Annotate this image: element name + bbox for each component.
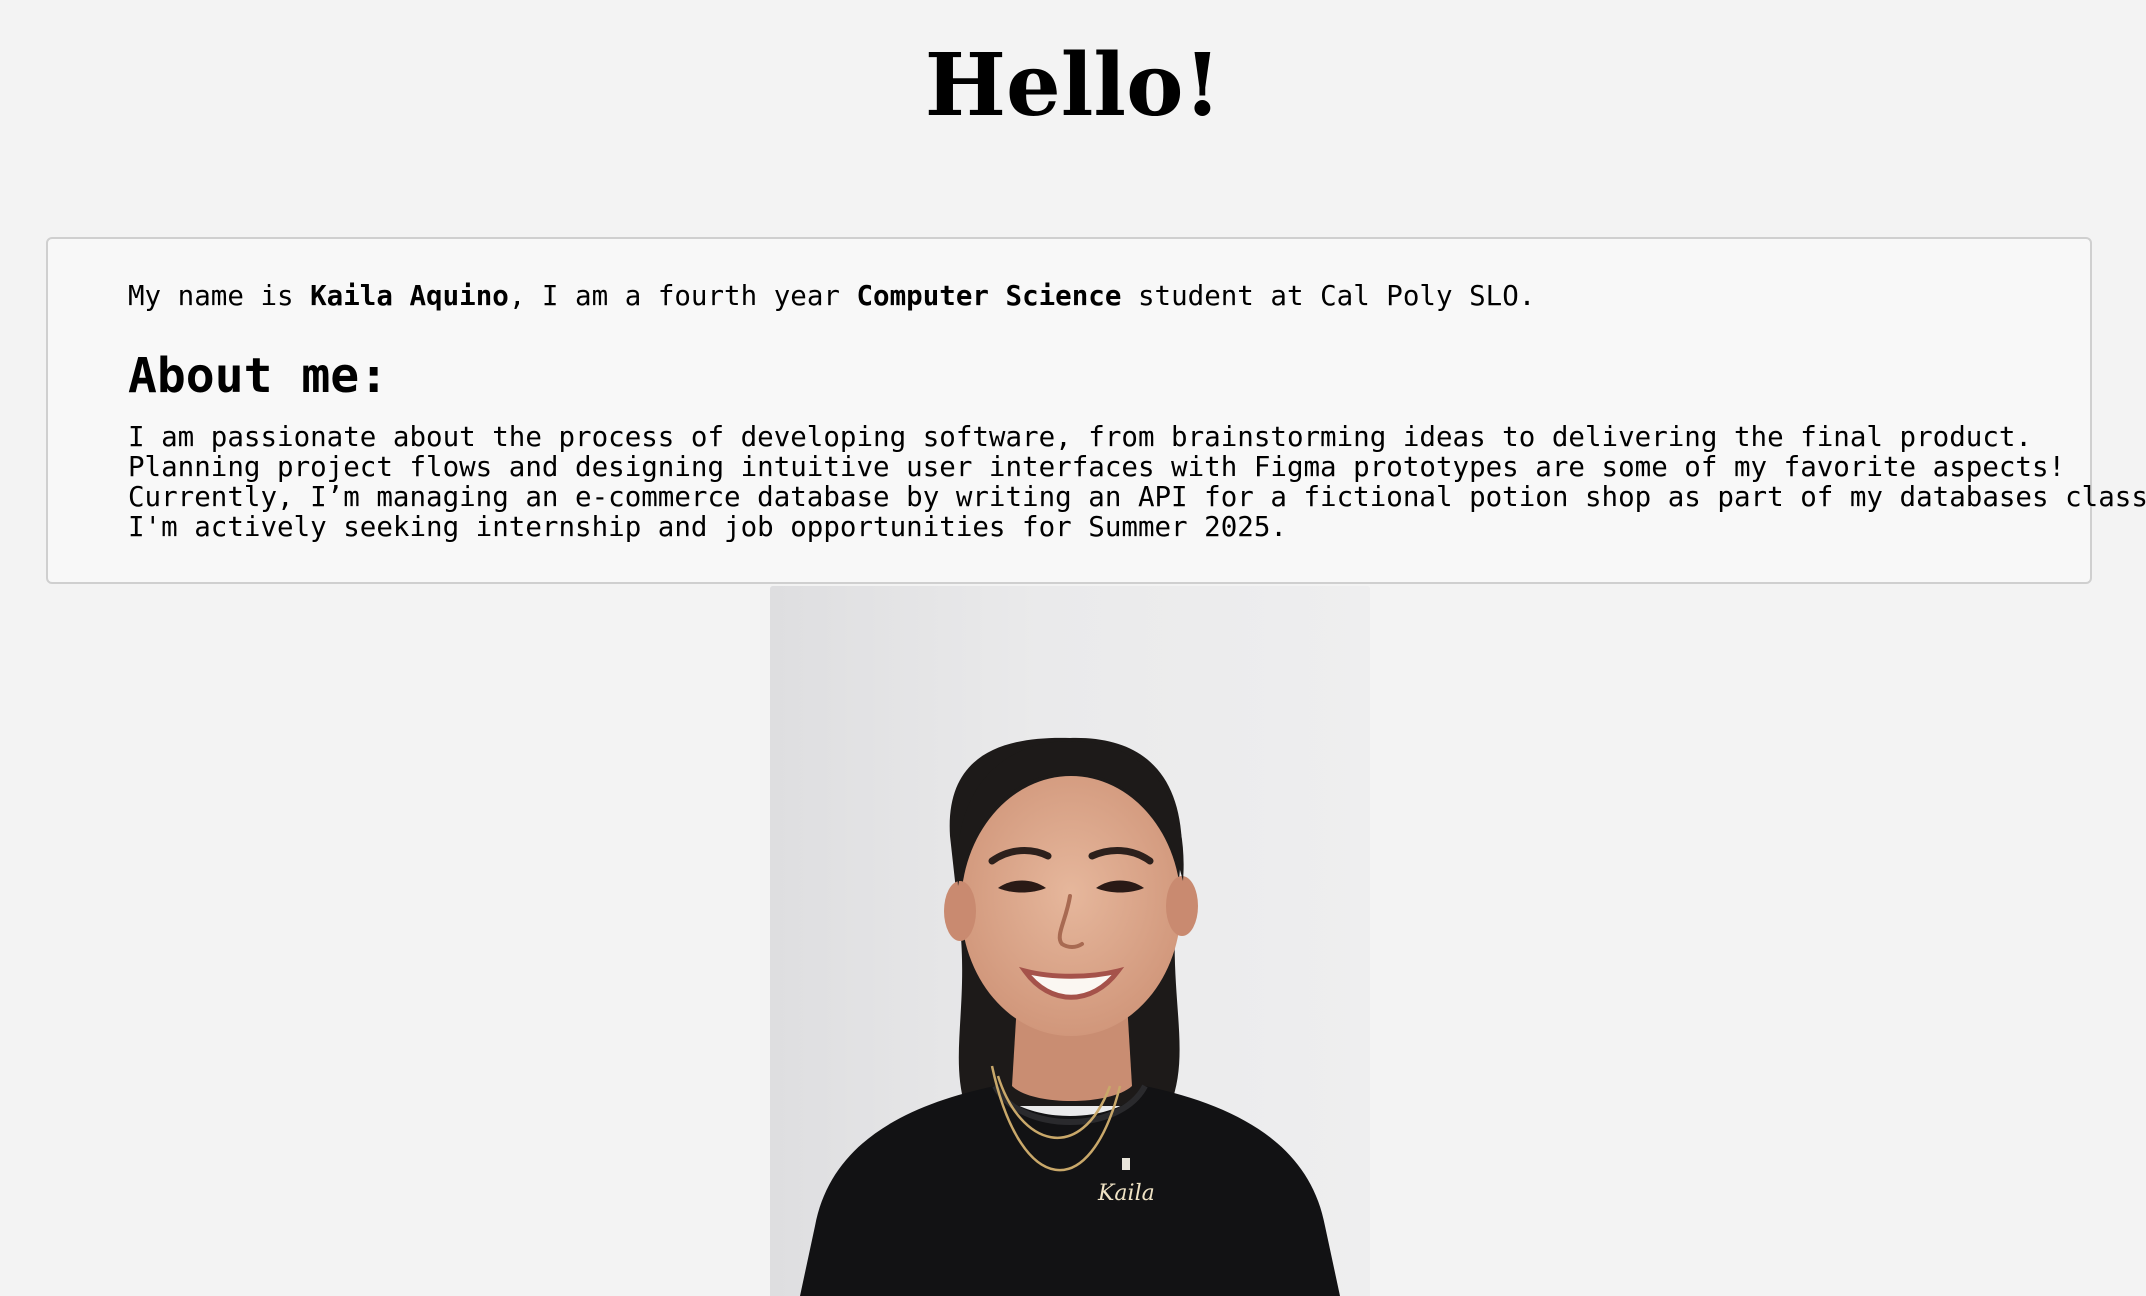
about-line: Currently, I’m managing an e-commerce da… [128,481,2146,513]
page-title: Hello! [924,35,1222,136]
intro-middle: , I am a fourth year [508,280,857,312]
about-line: I'm actively seeking internship and job … [128,511,1287,543]
intro-text: My name is Kaila Aquino, I am a fourth y… [128,278,1535,314]
about-line: Planning project flows and designing int… [128,451,2066,483]
student-name: Kaila Aquino [310,280,509,312]
necklace-text: Kaila [1097,1181,1155,1206]
major-name: Computer Science [856,280,1122,312]
intro-suffix: student at Cal Poly SLO. [1121,280,1536,312]
about-paragraph: I am passionate about the process of dev… [128,422,2146,542]
intro-card: My name is Kaila Aquino, I am a fourth y… [46,237,2146,584]
intro-prefix: My name is [128,280,311,312]
profile-photo: Kaila [770,586,1370,1296]
about-line: I am passionate about the process of dev… [128,421,2032,453]
about-heading: About me: [128,348,389,404]
